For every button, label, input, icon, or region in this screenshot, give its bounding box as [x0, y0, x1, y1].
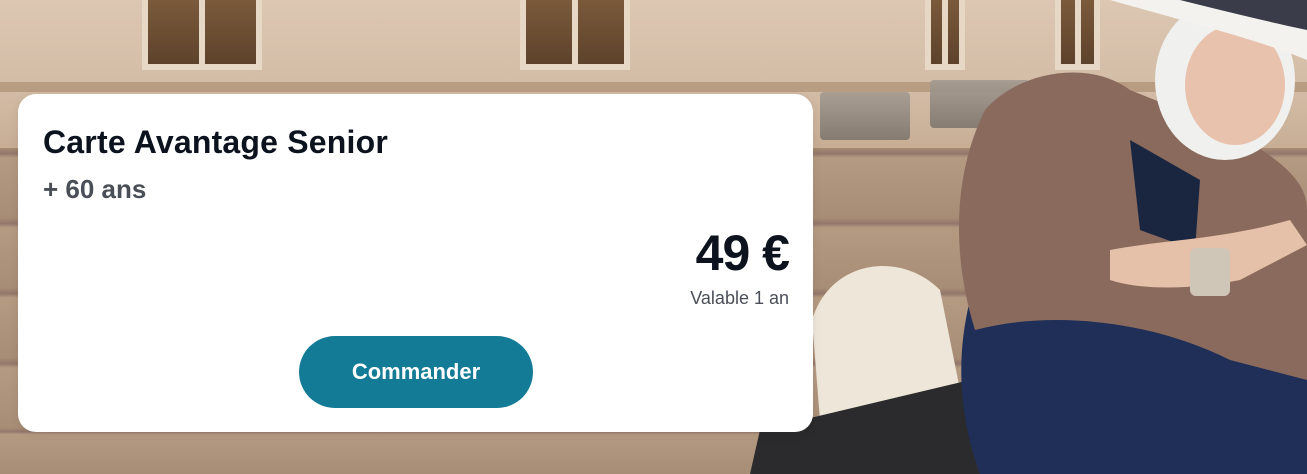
offer-price: 49 € [695, 225, 790, 281]
hero-banner: Carte Avantage Senior + 60 ans 49 € Vala… [0, 0, 1307, 474]
offer-card: Carte Avantage Senior + 60 ans 49 € Vala… [18, 94, 813, 432]
offer-validity: Valable 1 an [690, 288, 789, 308]
order-button[interactable]: Commander [299, 336, 533, 408]
bracelet-shape [1190, 248, 1230, 296]
offer-age-requirement: + 60 ans [43, 174, 147, 204]
offer-title: Carte Avantage Senior [43, 124, 389, 160]
